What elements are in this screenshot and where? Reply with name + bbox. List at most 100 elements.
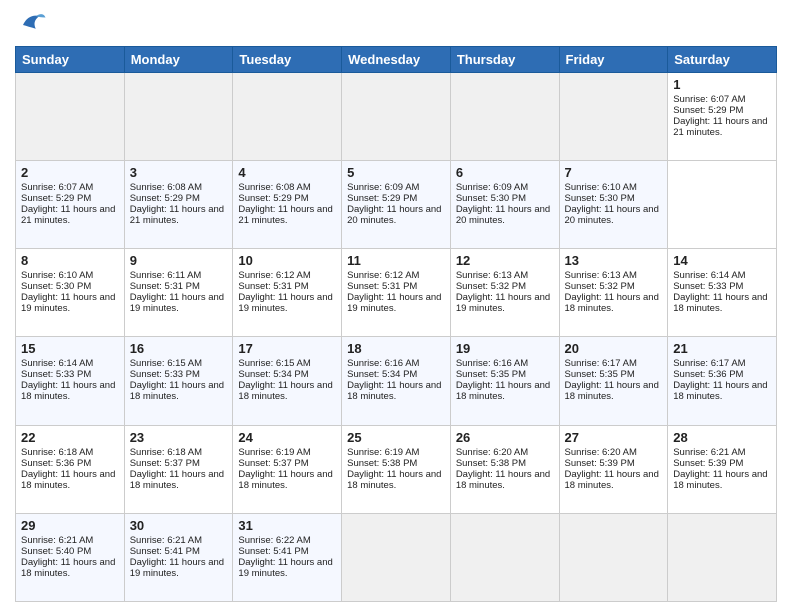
sunset: Sunset: 5:31 PM xyxy=(130,281,200,292)
sunrise: Sunrise: 6:16 AM xyxy=(347,358,419,369)
day-cell: 10 Sunrise: 6:12 AM Sunset: 5:31 PM Dayl… xyxy=(233,249,342,337)
day-cell: 1 Sunrise: 6:07 AM Sunset: 5:29 PM Dayli… xyxy=(668,73,777,161)
day-number: 22 xyxy=(21,430,119,445)
daylight: Daylight: 11 hours and 21 minutes. xyxy=(21,204,115,226)
day-number: 4 xyxy=(238,165,336,180)
sunset: Sunset: 5:33 PM xyxy=(130,369,200,380)
calendar-week: 2 Sunrise: 6:07 AM Sunset: 5:29 PM Dayli… xyxy=(16,161,777,249)
sunrise: Sunrise: 6:18 AM xyxy=(21,447,93,458)
daylight: Daylight: 11 hours and 19 minutes. xyxy=(130,292,224,314)
day-cell: 6 Sunrise: 6:09 AM Sunset: 5:30 PM Dayli… xyxy=(450,161,559,249)
sunrise: Sunrise: 6:07 AM xyxy=(673,94,745,105)
daylight: Daylight: 11 hours and 19 minutes. xyxy=(238,292,332,314)
empty-cell xyxy=(342,513,451,601)
sunrise: Sunrise: 6:18 AM xyxy=(130,447,202,458)
sunset: Sunset: 5:39 PM xyxy=(565,458,635,469)
daylight: Daylight: 11 hours and 18 minutes. xyxy=(21,557,115,579)
page: SundayMondayTuesdayWednesdayThursdayFrid… xyxy=(0,0,792,612)
sunrise: Sunrise: 6:11 AM xyxy=(130,270,202,281)
daylight: Daylight: 11 hours and 20 minutes. xyxy=(347,204,441,226)
header xyxy=(15,10,777,40)
day-cell: 22 Sunrise: 6:18 AM Sunset: 5:36 PM Dayl… xyxy=(16,425,125,513)
day-cell: 30 Sunrise: 6:21 AM Sunset: 5:41 PM Dayl… xyxy=(124,513,233,601)
sunrise: Sunrise: 6:08 AM xyxy=(238,182,310,193)
day-of-week-header: Monday xyxy=(124,47,233,73)
daylight: Daylight: 11 hours and 20 minutes. xyxy=(456,204,550,226)
sunset: Sunset: 5:35 PM xyxy=(565,369,635,380)
day-number: 30 xyxy=(130,518,228,533)
day-cell: 15 Sunrise: 6:14 AM Sunset: 5:33 PM Dayl… xyxy=(16,337,125,425)
calendar-body: 1 Sunrise: 6:07 AM Sunset: 5:29 PM Dayli… xyxy=(16,73,777,602)
day-number: 7 xyxy=(565,165,663,180)
sunrise: Sunrise: 6:20 AM xyxy=(565,447,637,458)
day-cell: 5 Sunrise: 6:09 AM Sunset: 5:29 PM Dayli… xyxy=(342,161,451,249)
day-number: 29 xyxy=(21,518,119,533)
day-cell: 13 Sunrise: 6:13 AM Sunset: 5:32 PM Dayl… xyxy=(559,249,668,337)
sunrise: Sunrise: 6:13 AM xyxy=(456,270,528,281)
daylight: Daylight: 11 hours and 18 minutes. xyxy=(347,380,441,402)
sunrise: Sunrise: 6:10 AM xyxy=(21,270,93,281)
sunrise: Sunrise: 6:21 AM xyxy=(130,535,202,546)
day-cell: 18 Sunrise: 6:16 AM Sunset: 5:34 PM Dayl… xyxy=(342,337,451,425)
day-of-week-header: Tuesday xyxy=(233,47,342,73)
sunrise: Sunrise: 6:12 AM xyxy=(347,270,419,281)
day-cell: 27 Sunrise: 6:20 AM Sunset: 5:39 PM Dayl… xyxy=(559,425,668,513)
sunset: Sunset: 5:34 PM xyxy=(347,369,417,380)
day-cell: 3 Sunrise: 6:08 AM Sunset: 5:29 PM Dayli… xyxy=(124,161,233,249)
empty-cell xyxy=(124,73,233,161)
day-cell: 14 Sunrise: 6:14 AM Sunset: 5:33 PM Dayl… xyxy=(668,249,777,337)
sunrise: Sunrise: 6:22 AM xyxy=(238,535,310,546)
daylight: Daylight: 11 hours and 18 minutes. xyxy=(21,380,115,402)
day-of-week-header: Sunday xyxy=(16,47,125,73)
sunset: Sunset: 5:29 PM xyxy=(347,193,417,204)
sunset: Sunset: 5:38 PM xyxy=(456,458,526,469)
empty-cell xyxy=(16,73,125,161)
day-number: 23 xyxy=(130,430,228,445)
daylight: Daylight: 11 hours and 18 minutes. xyxy=(130,380,224,402)
day-cell: 7 Sunrise: 6:10 AM Sunset: 5:30 PM Dayli… xyxy=(559,161,668,249)
sunset: Sunset: 5:40 PM xyxy=(21,546,91,557)
calendar-week: 22 Sunrise: 6:18 AM Sunset: 5:36 PM Dayl… xyxy=(16,425,777,513)
day-cell: 29 Sunrise: 6:21 AM Sunset: 5:40 PM Dayl… xyxy=(16,513,125,601)
calendar: SundayMondayTuesdayWednesdayThursdayFrid… xyxy=(15,46,777,602)
day-cell: 26 Sunrise: 6:20 AM Sunset: 5:38 PM Dayl… xyxy=(450,425,559,513)
calendar-week: 1 Sunrise: 6:07 AM Sunset: 5:29 PM Dayli… xyxy=(16,73,777,161)
day-cell: 17 Sunrise: 6:15 AM Sunset: 5:34 PM Dayl… xyxy=(233,337,342,425)
empty-cell xyxy=(668,513,777,601)
sunrise: Sunrise: 6:07 AM xyxy=(21,182,93,193)
sunset: Sunset: 5:41 PM xyxy=(238,546,308,557)
sunrise: Sunrise: 6:15 AM xyxy=(238,358,310,369)
sunrise: Sunrise: 6:14 AM xyxy=(673,270,745,281)
day-number: 21 xyxy=(673,341,771,356)
empty-cell xyxy=(342,73,451,161)
sunset: Sunset: 5:29 PM xyxy=(130,193,200,204)
daylight: Daylight: 11 hours and 18 minutes. xyxy=(347,469,441,491)
day-number: 31 xyxy=(238,518,336,533)
sunset: Sunset: 5:38 PM xyxy=(347,458,417,469)
sunset: Sunset: 5:33 PM xyxy=(673,281,743,292)
sunset: Sunset: 5:30 PM xyxy=(565,193,635,204)
day-number: 19 xyxy=(456,341,554,356)
sunset: Sunset: 5:41 PM xyxy=(130,546,200,557)
day-number: 15 xyxy=(21,341,119,356)
daylight: Daylight: 11 hours and 21 minutes. xyxy=(130,204,224,226)
daylight: Daylight: 11 hours and 18 minutes. xyxy=(673,292,767,314)
daylight: Daylight: 11 hours and 19 minutes. xyxy=(130,557,224,579)
calendar-week: 29 Sunrise: 6:21 AM Sunset: 5:40 PM Dayl… xyxy=(16,513,777,601)
day-of-week-header: Wednesday xyxy=(342,47,451,73)
daylight: Daylight: 11 hours and 21 minutes. xyxy=(238,204,332,226)
day-cell: 2 Sunrise: 6:07 AM Sunset: 5:29 PM Dayli… xyxy=(16,161,125,249)
sunrise: Sunrise: 6:10 AM xyxy=(565,182,637,193)
sunset: Sunset: 5:34 PM xyxy=(238,369,308,380)
day-number: 24 xyxy=(238,430,336,445)
sunset: Sunset: 5:35 PM xyxy=(456,369,526,380)
daylight: Daylight: 11 hours and 18 minutes. xyxy=(238,380,332,402)
daylight: Daylight: 11 hours and 18 minutes. xyxy=(673,469,767,491)
day-cell: 8 Sunrise: 6:10 AM Sunset: 5:30 PM Dayli… xyxy=(16,249,125,337)
day-cell: 28 Sunrise: 6:21 AM Sunset: 5:39 PM Dayl… xyxy=(668,425,777,513)
day-number: 26 xyxy=(456,430,554,445)
day-number: 3 xyxy=(130,165,228,180)
daylight: Daylight: 11 hours and 18 minutes. xyxy=(130,469,224,491)
sunrise: Sunrise: 6:14 AM xyxy=(21,358,93,369)
logo-bird-icon xyxy=(17,10,47,40)
